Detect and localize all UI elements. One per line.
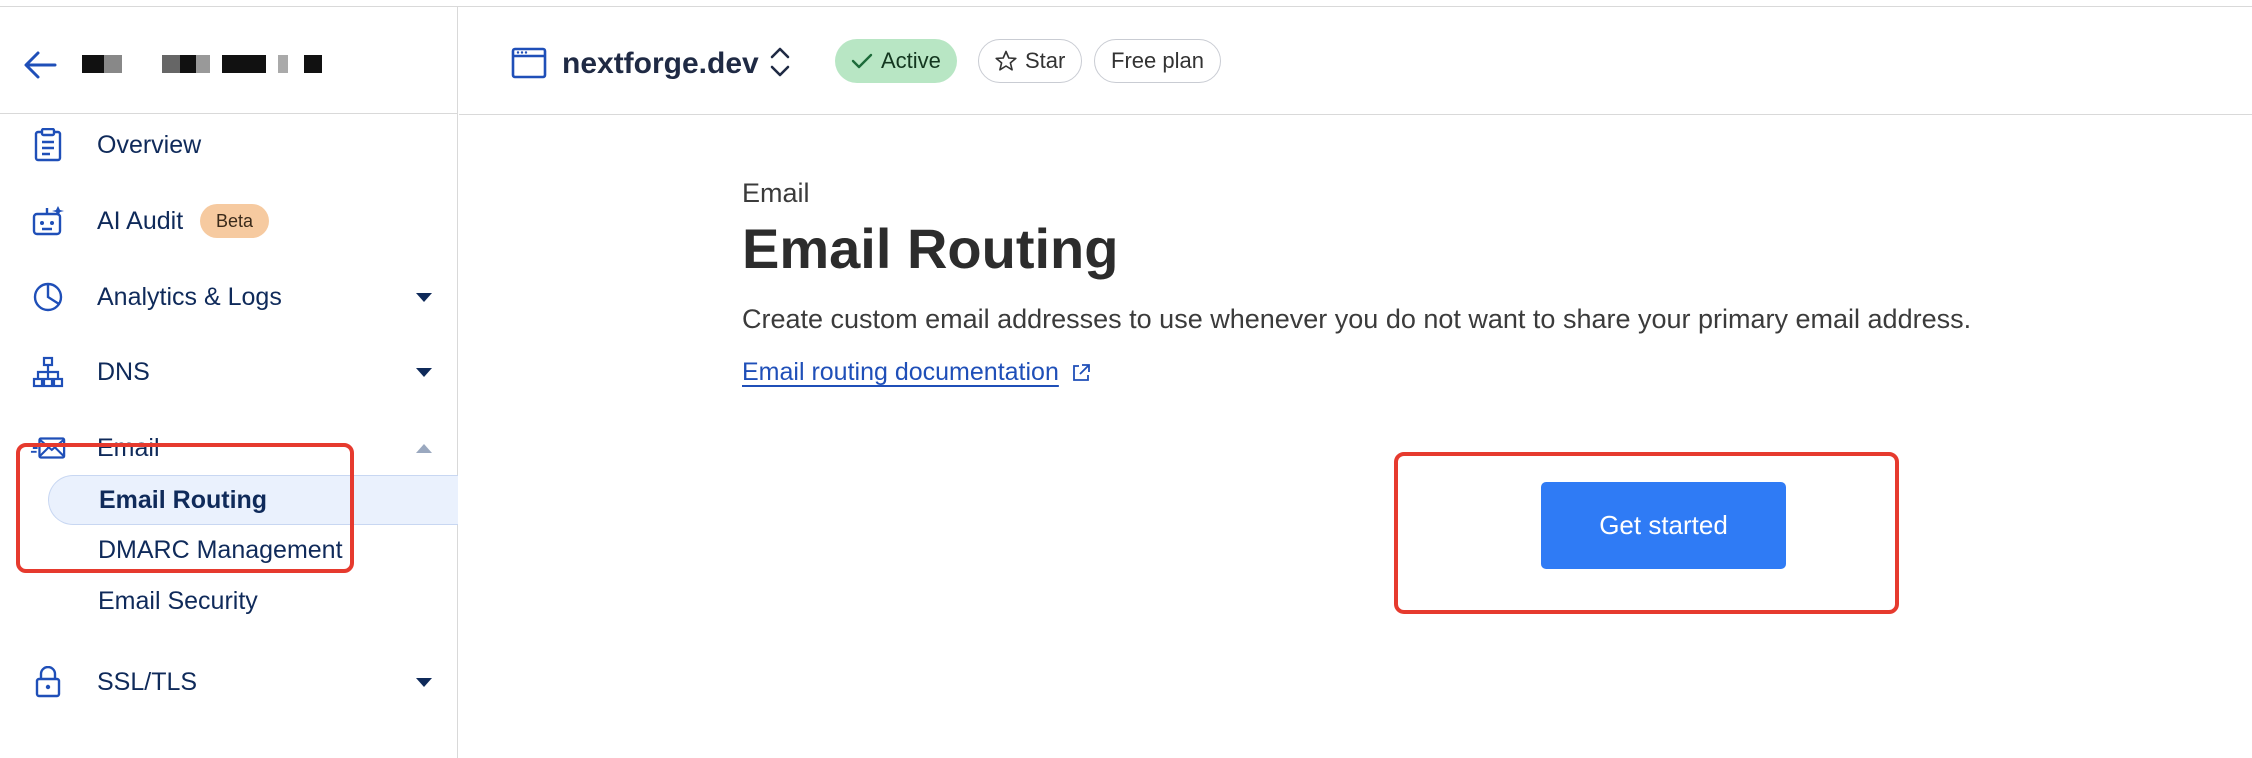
plan-badge[interactable]: Free plan (1094, 39, 1221, 83)
sidebar-subitem-dmarc-management[interactable]: DMARC Management (48, 525, 458, 575)
sidebar-item-label: Overview (97, 130, 202, 159)
get-started-button[interactable]: Get started (1541, 482, 1786, 569)
sidebar-item-email[interactable]: Email (0, 418, 458, 478)
chevron-down-icon[interactable] (416, 367, 432, 377)
sidebar-item-ai-audit[interactable]: AI Audit Beta (0, 191, 458, 251)
sidebar-item-dns[interactable]: DNS (0, 342, 458, 402)
sidebar-subitem-email-routing[interactable]: Email Routing (48, 475, 458, 525)
pie-chart-icon (30, 279, 66, 315)
sidebar-item-ssl-tls[interactable]: SSL/TLS (0, 652, 458, 712)
domain-name: nextforge.dev (562, 47, 759, 80)
plan-label: Free plan (1111, 48, 1204, 73)
sidebar-item-label: Email (97, 433, 160, 462)
chevron-up-down-icon[interactable] (767, 43, 793, 81)
star-label: Star (1025, 48, 1066, 73)
chevron-down-icon[interactable] (416, 292, 432, 302)
sidebar-item-label: DNS (97, 357, 150, 386)
beta-badge: Beta (200, 204, 270, 238)
sidebar-header (0, 7, 458, 114)
section-eyebrow: Email (742, 178, 810, 208)
account-name-redacted (82, 49, 352, 89)
sidebar-subitem-label: DMARC Management (98, 535, 343, 564)
chevron-up-icon[interactable] (416, 443, 432, 453)
top-border (0, 0, 2252, 7)
sidebar-item-label: AI Audit (97, 206, 184, 235)
checkmark-icon (851, 52, 873, 70)
documentation-link-label: Email routing documentation (742, 358, 1059, 386)
zone-header: nextforge.dev Active Star Free plan (459, 7, 2252, 115)
clipboard-icon (30, 127, 66, 163)
sidebar-item-analytics-logs[interactable]: Analytics & Logs (0, 267, 458, 327)
sidebar-item-label: SSL/TLS (97, 667, 198, 696)
back-button[interactable] (20, 45, 60, 85)
arrow-left-icon (24, 51, 57, 79)
star-button[interactable]: Star (978, 39, 1083, 83)
page-description: Create custom email addresses to use whe… (742, 304, 1972, 334)
sidebar-item-overview[interactable]: Overview (0, 115, 458, 175)
page-title: Email Routing (742, 217, 1119, 280)
status-label: Active (881, 48, 941, 73)
sidebar-subitem-label: Email Security (98, 586, 258, 615)
external-link-icon (1071, 363, 1091, 383)
sidebar: Overview AI Audit Beta Analytics & Logs … (0, 7, 458, 758)
envelope-icon (30, 430, 66, 466)
sidebar-item-label: Analytics & Logs (97, 282, 282, 311)
browser-window-icon (511, 47, 547, 79)
sidebar-subitem-email-security[interactable]: Email Security (48, 576, 458, 626)
network-icon (30, 354, 66, 390)
status-badge: Active (835, 39, 957, 83)
star-icon (995, 50, 1017, 72)
chevron-down-icon[interactable] (416, 677, 432, 687)
main-content: Email Email Routing Create custom email … (459, 116, 2252, 758)
lock-icon (30, 664, 66, 700)
sidebar-subitem-label: Email Routing (99, 485, 268, 514)
robot-icon (30, 203, 66, 239)
documentation-link[interactable]: Email routing documentation (742, 358, 1091, 387)
